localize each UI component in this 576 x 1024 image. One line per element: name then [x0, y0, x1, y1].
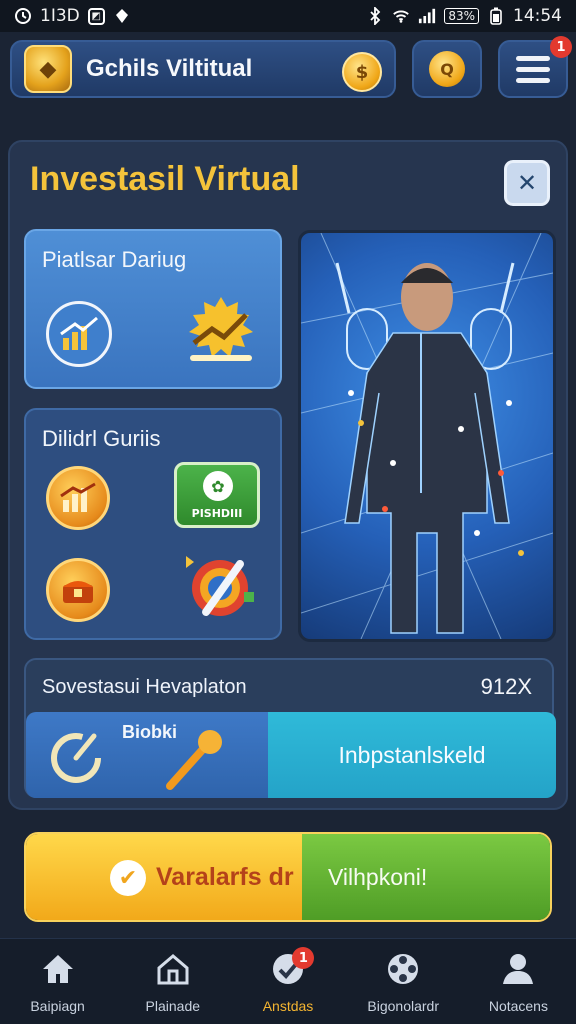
bluetooth-icon: [366, 7, 384, 25]
check-circle-icon: ✔: [110, 860, 146, 896]
chart-growth-icon: [46, 301, 112, 367]
trophy-button[interactable]: Q: [412, 40, 482, 98]
shield-logo-icon: ◆: [24, 45, 72, 93]
nav-notification-badge: 1: [292, 947, 315, 969]
gauge-icon: [48, 728, 104, 784]
status-left-text: 1I3D: [40, 6, 80, 26]
cta-button[interactable]: ✔ Varalarfs dr Vilhpkoni!: [24, 832, 552, 922]
coin-icon[interactable]: $: [342, 52, 382, 92]
menu-notification-badge: 1: [550, 36, 572, 58]
nav-label-active: Anstdas: [262, 997, 314, 1014]
rising-sun-chart-icon: [180, 293, 262, 369]
chart-coin-icon: [46, 466, 110, 530]
avatar-hologram-image: [298, 230, 556, 642]
trophy-icon: Q: [429, 51, 465, 87]
bottom-navigation: Baipiagn Plainade 1 Anstdas Bigonolardr …: [0, 938, 576, 1024]
investment-right-panel[interactable]: Inbpstanlskeld: [268, 712, 556, 798]
investment-section: Sovestasui Hevaplaton 912X Biobki Inbpst…: [24, 658, 556, 798]
tile-dividends[interactable]: Dilidrl Guriis ✿ PISHDIII: [24, 408, 282, 640]
location-icon: [113, 7, 131, 25]
nav-item-house[interactable]: Plainade: [115, 939, 230, 1024]
nav-label-profile: Notacens: [488, 997, 548, 1014]
user-icon: [499, 950, 537, 988]
money-badge-icon: ✿ PISHDIII: [174, 462, 260, 528]
status-bar: 1I3D ◩ 83% 14:54: [0, 0, 576, 32]
nav-label-house: Plainade: [145, 997, 201, 1014]
signal-icon: [418, 7, 436, 25]
treasure-chest-icon: [46, 558, 110, 622]
nav-item-active[interactable]: 1 Anstdas: [230, 939, 345, 1024]
hamburger-icon: [516, 55, 550, 83]
investment-title: Sovestasui Hevaplaton: [42, 676, 247, 698]
tile-dashboard[interactable]: Piatlsar Dariug: [24, 229, 282, 389]
close-button[interactable]: ✕: [504, 160, 550, 206]
nav-item-home[interactable]: Baipiagn: [0, 939, 115, 1024]
page-title: Investasil Virtual: [30, 160, 300, 198]
cta-right-label: Vilhpkoni!: [328, 863, 428, 890]
status-time: 14:54: [513, 6, 562, 26]
top-bar: ◆ Gchils Viltitual $ Q 1: [10, 36, 572, 102]
investment-right-label: Inbpstanlskeld: [338, 741, 486, 768]
battery-icon: [487, 7, 505, 25]
battery-text: 83%: [444, 8, 479, 24]
menu-button[interactable]: 1: [498, 36, 572, 98]
house-outline-icon: [154, 950, 192, 988]
cta-left-label: Varalarfs dr: [156, 862, 294, 891]
film-reel-icon: [384, 950, 422, 988]
nav-item-reel[interactable]: Bigonolardr: [346, 939, 461, 1024]
wand-icon: [164, 726, 228, 792]
investment-left-panel[interactable]: Biobki: [26, 712, 268, 798]
home-icon: [39, 950, 77, 988]
cta-left-segment[interactable]: ✔ Varalarfs dr: [26, 834, 302, 920]
app-notification-icon: ◩: [87, 7, 105, 25]
wifi-icon: [392, 7, 410, 25]
tile-dividends-title: Dilidrl Guriis: [42, 426, 161, 451]
clock-icon: [14, 7, 32, 25]
nav-label-reel: Bigonolardr: [367, 997, 440, 1014]
investment-action-bar[interactable]: Biobki Inbpstanlskeld: [26, 712, 556, 798]
money-badge-text: PISHDIII: [191, 507, 243, 520]
nav-label-home: Baipiagn: [30, 997, 85, 1014]
investment-count: 912X: [480, 674, 532, 699]
app-title: Gchils Viltitual: [86, 55, 253, 82]
main-card: Investasil Virtual ✕ Piatlsar Dariug Dil…: [8, 140, 568, 810]
gear-wrench-icon: [176, 542, 266, 628]
tile-dashboard-title: Piatlsar Dariug: [42, 247, 187, 272]
nav-item-profile[interactable]: Notacens: [461, 939, 576, 1024]
cta-right-segment[interactable]: Vilhpkoni!: [302, 834, 550, 920]
app-header-pill[interactable]: ◆ Gchils Viltitual $: [10, 40, 396, 98]
